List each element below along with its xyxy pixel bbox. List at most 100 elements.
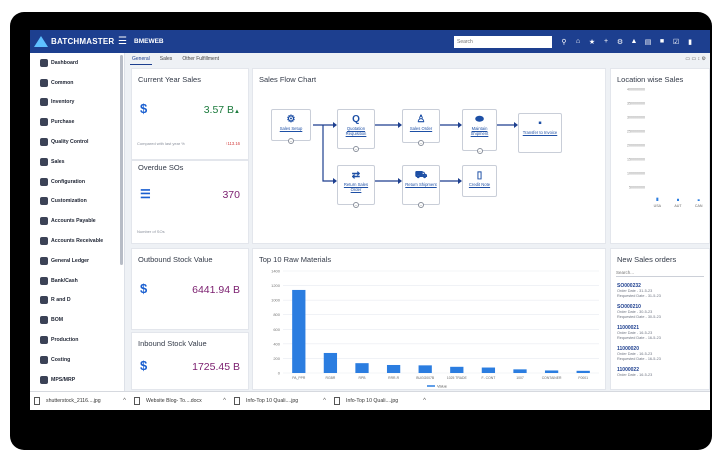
sidebar-item-accounts-payable[interactable]: Accounts Payable bbox=[30, 211, 124, 231]
sidebar-item-costing[interactable]: Costing bbox=[30, 350, 124, 370]
bookmark-icon[interactable]: ▮ bbox=[686, 38, 694, 46]
tab-action-icon[interactable]: ▭ bbox=[685, 56, 690, 62]
file-icon bbox=[234, 397, 240, 405]
sidebar-item-common[interactable]: Common bbox=[30, 73, 124, 93]
location-icon[interactable]: ⚲ bbox=[560, 38, 568, 46]
flow-node-sales-order[interactable]: ♙ Sales Order – bbox=[402, 109, 440, 146]
sidebar-item-bank-cash[interactable]: Bank/Cash bbox=[30, 271, 124, 291]
bar[interactable] bbox=[323, 352, 338, 373]
flow-connectors bbox=[313, 122, 518, 184]
sidebar-item-accounts-receivable[interactable]: Accounts Receivable bbox=[30, 231, 124, 251]
sidebar-item-quality-control[interactable]: Quality Control bbox=[30, 132, 124, 152]
chevron-up-icon[interactable]: ^ bbox=[423, 398, 426, 404]
logo[interactable]: BATCHMASTER bbox=[30, 36, 114, 47]
flow-node-quotation-requisition[interactable]: Q Quotation Requisition – bbox=[337, 109, 375, 152]
y-tick-label: 350000000 bbox=[627, 102, 645, 106]
sidebar-scrollbar[interactable] bbox=[120, 55, 123, 265]
download-item[interactable]: Website Blog- To....docx ^ bbox=[130, 397, 230, 405]
flow-node-sales-setup[interactable]: ⚙ Sales Setup – bbox=[271, 109, 311, 144]
settings-icon[interactable]: ⚙ bbox=[616, 38, 624, 46]
tab-action-icon[interactable]: ▭ bbox=[692, 56, 697, 62]
global-search-input[interactable] bbox=[454, 35, 552, 48]
document-icon: ▯ bbox=[476, 170, 483, 181]
tab-actions: ▭ ▭ ↕ ⚙ bbox=[685, 56, 706, 62]
bar[interactable] bbox=[386, 364, 401, 373]
node-info-icon[interactable]: – bbox=[353, 202, 359, 208]
sidebar-item-sales[interactable]: Sales bbox=[30, 152, 124, 172]
inbound-stock-card: Inbound Stock Value $ 1725.45 B bbox=[131, 332, 249, 390]
bar[interactable] bbox=[513, 369, 527, 373]
sidebar-item-r-and-d[interactable]: R and D bbox=[30, 291, 124, 311]
bar[interactable] bbox=[656, 197, 659, 201]
bar[interactable] bbox=[292, 289, 306, 373]
bar[interactable] bbox=[576, 370, 590, 373]
video-icon[interactable]: ■ bbox=[658, 38, 666, 46]
node-info-icon[interactable]: – bbox=[288, 138, 294, 144]
bar[interactable] bbox=[677, 198, 679, 201]
tab-sales[interactable]: Sales bbox=[158, 55, 175, 65]
tab-general[interactable]: General bbox=[130, 55, 152, 65]
bar[interactable] bbox=[481, 367, 496, 373]
alert-icon[interactable]: ▲ bbox=[630, 38, 638, 46]
node-label: Return Sales Order bbox=[343, 182, 369, 192]
sales-order-item[interactable]: 11000020 Order Date - 16-5-23 Requested Da… bbox=[617, 346, 661, 362]
download-item[interactable]: shutterstock_2116....jpg ^ bbox=[30, 397, 130, 405]
sales-order-item[interactable]: SO000210 Order Date - 30-5-23 Requested Da… bbox=[617, 304, 661, 320]
sales-orders-search-input[interactable] bbox=[616, 268, 704, 277]
star-icon[interactable]: ★ bbox=[588, 38, 596, 46]
sidebar-item-production[interactable]: Production bbox=[30, 330, 124, 350]
node-label: Quotation Requisition bbox=[345, 126, 367, 136]
new-sales-orders-card: New Sales orders SO000232Order Date - 31… bbox=[610, 248, 710, 390]
chevron-up-icon[interactable]: ^ bbox=[323, 398, 326, 404]
y-tick-label: 200000000 bbox=[627, 144, 645, 148]
sales-order-item[interactable]: 11000022 Order Date - 16-5-23 bbox=[617, 367, 652, 378]
sidebar-item-label: Production bbox=[51, 337, 79, 344]
checklist-icon[interactable]: ☑ bbox=[672, 38, 680, 46]
card-title: Inbound Stock Value bbox=[138, 339, 207, 348]
bar[interactable] bbox=[544, 370, 559, 373]
chevron-up-icon[interactable]: ^ bbox=[223, 398, 226, 404]
sidebar-item-purchase[interactable]: Purchase bbox=[30, 112, 124, 132]
flow-node-transfer-to-invoice[interactable]: ▪ Transfer to Invoice bbox=[518, 113, 562, 153]
menu-module-icon bbox=[40, 118, 48, 127]
download-item[interactable]: Info-Top 10 Quali....jpg ^ bbox=[230, 397, 330, 405]
user-icon: ♙ bbox=[416, 114, 426, 125]
requested-date: Requested Date - 16-5-23 bbox=[617, 336, 661, 340]
chevron-up-icon[interactable]: ^ bbox=[123, 398, 126, 404]
bar[interactable] bbox=[418, 365, 432, 373]
sidebar-item-mps-mrp[interactable]: MPS/MRP bbox=[30, 370, 124, 390]
flow-node-credit-note[interactable]: ▯ Credit Note bbox=[462, 165, 497, 197]
bar[interactable] bbox=[450, 366, 464, 373]
flow-node-return-shipment[interactable]: ⛟ Return Shipment – bbox=[402, 165, 440, 208]
sidebar-item-bom[interactable]: BOM bbox=[30, 310, 124, 330]
card-title: Current Year Sales bbox=[138, 75, 201, 84]
sidebar-item-dashboard[interactable]: Dashboard bbox=[30, 53, 124, 73]
bar[interactable] bbox=[697, 199, 700, 201]
sales-order-item[interactable]: SO000232 Order Date - 31-5-23 Requested Da… bbox=[617, 283, 661, 299]
download-item[interactable]: Info-Top 10 Quali....jpg ^ bbox=[330, 397, 430, 405]
hamburger-menu-icon[interactable]: ☰ bbox=[118, 36, 132, 47]
x-tick-label: 1025 TRADE bbox=[447, 376, 468, 380]
flow-node-maintain-shipment[interactable]: ⬬ Maintain Shipment – bbox=[462, 109, 497, 154]
y-tick-label: 150000000 bbox=[627, 158, 645, 162]
add-icon[interactable]: + bbox=[602, 38, 610, 46]
tab-action-icon[interactable]: ⚙ bbox=[702, 56, 706, 62]
sidebar-item-label: General Ledger bbox=[51, 257, 90, 264]
flow-node-return-sales-order[interactable]: ⇄ Return Sales Order – bbox=[337, 165, 375, 208]
bar[interactable] bbox=[355, 363, 369, 373]
sidebar-item-inventory[interactable]: Inventory bbox=[30, 93, 124, 113]
order-date: Order Date - 16-5-23 bbox=[617, 373, 653, 377]
node-info-icon[interactable]: – bbox=[476, 148, 483, 154]
overdue-sos-value: 370 bbox=[222, 189, 240, 201]
sidebar-item-configuration[interactable]: Configuration bbox=[30, 172, 124, 192]
node-info-icon[interactable]: – bbox=[353, 146, 359, 152]
sidebar-item-general-ledger[interactable]: General Ledger bbox=[30, 251, 124, 271]
home-icon[interactable]: ⌂ bbox=[574, 38, 582, 46]
tab-action-icon[interactable]: ↕ bbox=[698, 56, 701, 62]
node-info-icon[interactable]: – bbox=[418, 140, 424, 146]
node-info-icon[interactable]: – bbox=[418, 202, 424, 208]
sidebar-item-customization[interactable]: Customization bbox=[30, 192, 124, 212]
tab-other-fulfillment[interactable]: Other Fulfillment bbox=[180, 55, 221, 65]
message-icon[interactable]: ▤ bbox=[644, 38, 652, 46]
sales-order-item[interactable]: 11000021 Order Date - 16-5-23 Requested Da… bbox=[617, 325, 661, 341]
